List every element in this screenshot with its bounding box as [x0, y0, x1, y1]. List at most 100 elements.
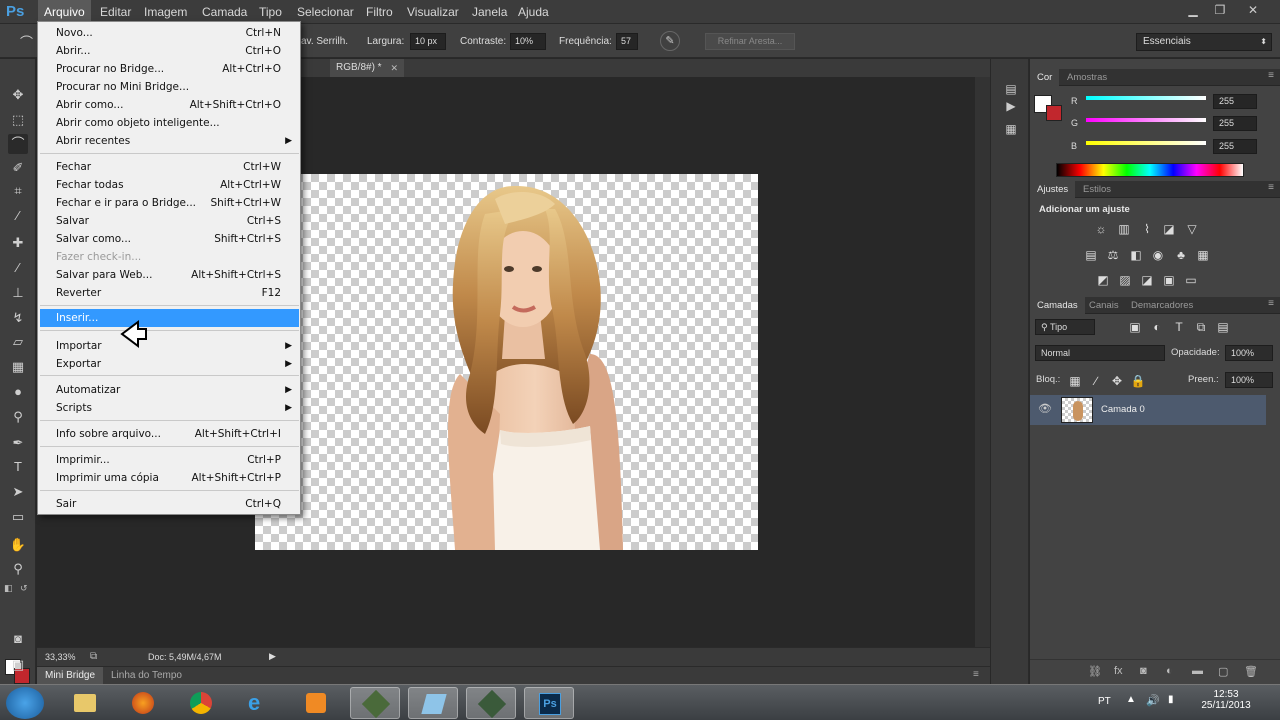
pen-pressure-icon[interactable]: ✎: [660, 31, 680, 51]
menu-janela[interactable]: Janela: [466, 0, 513, 24]
taskbar-app-2-icon[interactable]: [408, 687, 458, 719]
menu-item-abrir[interactable]: Abrir... Ctrl+O: [40, 42, 299, 60]
blend-mode-select[interactable]: Normal: [1035, 345, 1165, 361]
hue-saturation-icon[interactable]: ▤: [1083, 248, 1099, 262]
channel-mixer-icon[interactable]: ♣: [1173, 248, 1189, 262]
threshold-icon[interactable]: ◪: [1139, 273, 1155, 287]
tab-ajustes[interactable]: Ajustes: [1030, 181, 1076, 198]
restore-button[interactable]: ❐: [1207, 2, 1233, 18]
close-button[interactable]: ✕: [1240, 2, 1266, 18]
menu-item-imprimir[interactable]: Imprimir... Ctrl+P: [40, 451, 299, 469]
menu-item-automatizar[interactable]: Automatizar ▶: [40, 381, 299, 399]
menu-item-procurar-mini-bridge[interactable]: Procurar no Mini Bridge...: [40, 78, 299, 96]
menu-item-abrir-recentes[interactable]: Abrir recentes ▶: [40, 132, 299, 150]
fx-icon[interactable]: fx: [1114, 665, 1123, 677]
eraser-tool-icon[interactable]: ▱: [8, 332, 28, 352]
blur-tool-icon[interactable]: ●: [8, 382, 28, 402]
eyedropper-tool-icon[interactable]: ⁄: [8, 206, 28, 226]
tab-canais[interactable]: Canais: [1082, 297, 1126, 314]
color-lookup-icon[interactable]: ▦: [1195, 248, 1211, 262]
menu-item-fechar[interactable]: Fechar Ctrl+W: [40, 158, 299, 176]
status-menu-arrow-icon[interactable]: ▶: [269, 651, 276, 662]
opacity-input[interactable]: 100%: [1225, 345, 1273, 361]
refine-edge-button[interactable]: Refinar Aresta...: [705, 33, 795, 50]
tab-linha-do-tempo[interactable]: Linha do Tempo: [103, 667, 190, 685]
actions-panel-icon[interactable]: ▶: [1002, 97, 1020, 115]
default-colors-icon[interactable]: ◧: [4, 583, 13, 594]
language-indicator[interactable]: PT: [1098, 696, 1111, 707]
menu-item-salvar-web[interactable]: Salvar para Web... Alt+Shift+Ctrl+S: [40, 266, 299, 284]
minimize-button[interactable]: ▁: [1180, 2, 1206, 18]
gradient-map-icon[interactable]: ▭: [1183, 273, 1199, 287]
type-tool-icon[interactable]: T: [8, 457, 28, 477]
zoom-tool-icon[interactable]: ⚲: [8, 559, 28, 579]
menu-selecionar[interactable]: Selecionar: [291, 0, 360, 24]
menu-visualizar[interactable]: Visualizar: [401, 0, 465, 24]
menu-item-novo[interactable]: Novo... Ctrl+N: [40, 24, 299, 42]
menu-item-procurar-bridge[interactable]: Procurar no Bridge... Alt+Ctrl+O: [40, 60, 299, 78]
tab-demarcadores[interactable]: Demarcadores: [1124, 297, 1200, 314]
crop-tool-icon[interactable]: ⌗: [8, 181, 28, 201]
filter-adjustment-icon[interactable]: ◐: [1149, 320, 1165, 334]
swap-colors-icon[interactable]: ↺: [20, 583, 28, 594]
lock-transparency-icon[interactable]: ▦: [1067, 374, 1083, 388]
quick-selection-tool-icon[interactable]: ✐: [8, 158, 28, 178]
menu-item-imprimir-copia[interactable]: Imprimir uma cópia Alt+Shift+Ctrl+P: [40, 469, 299, 487]
trash-icon[interactable]: 🗑: [1244, 665, 1258, 678]
filter-smart-object-icon[interactable]: ▤: [1215, 320, 1231, 334]
lock-all-icon[interactable]: 🔒: [1130, 374, 1146, 388]
quick-mask-icon[interactable]: ◙: [8, 629, 28, 649]
taskbar-media-icon[interactable]: [292, 687, 342, 719]
filter-shape-icon[interactable]: ⧉: [1193, 320, 1209, 334]
taskbar-firefox-icon[interactable]: [118, 687, 168, 719]
dodge-tool-icon[interactable]: ⚲: [8, 407, 28, 427]
pen-tool-icon[interactable]: ✒: [8, 433, 28, 453]
curves-icon[interactable]: ⌇: [1139, 222, 1155, 236]
vibrance-icon[interactable]: ▽: [1184, 222, 1200, 236]
panel-menu-icon[interactable]: ≡: [1268, 182, 1274, 193]
screen-mode-icon[interactable]: ▣: [8, 655, 28, 675]
menu-item-reverter[interactable]: Reverter F12: [40, 284, 299, 302]
history-brush-tool-icon[interactable]: ↯: [8, 308, 28, 328]
network-icon[interactable]: ▮: [1168, 694, 1174, 705]
menu-item-sair[interactable]: Sair Ctrl+Q: [40, 495, 299, 513]
taskbar-ie-icon[interactable]: e: [234, 687, 284, 719]
menu-item-fechar-todas[interactable]: Fechar todas Alt+Ctrl+W: [40, 176, 299, 194]
gradient-tool-icon[interactable]: ▦: [8, 357, 28, 377]
menu-item-abrir-objeto-inteligente[interactable]: Abrir como objeto inteligente...: [40, 114, 299, 132]
posterize-icon[interactable]: ▨: [1117, 273, 1133, 287]
lock-position-icon[interactable]: ✥: [1109, 374, 1125, 388]
menu-item-importar[interactable]: Importar ▶: [40, 337, 299, 355]
path-selection-tool-icon[interactable]: ➤: [8, 482, 28, 502]
menu-item-salvar[interactable]: Salvar Ctrl+S: [40, 212, 299, 230]
status-export-icon[interactable]: ⧉: [90, 651, 97, 662]
new-adjustment-icon[interactable]: ◐: [1166, 665, 1173, 677]
lock-pixels-icon[interactable]: ∕: [1088, 374, 1104, 388]
tray-arrow-icon[interactable]: ▲: [1126, 694, 1136, 705]
lasso-tool-icon[interactable]: ⌒: [8, 134, 28, 154]
brush-tool-icon[interactable]: ∕: [8, 258, 28, 278]
channel-r-slider[interactable]: [1086, 96, 1206, 100]
antialias-label[interactable]: av. Serrilh.: [301, 36, 348, 47]
color-background-swatch[interactable]: [1046, 105, 1062, 121]
channel-r-input[interactable]: 255: [1213, 94, 1257, 109]
healing-brush-tool-icon[interactable]: ✚: [8, 233, 28, 253]
layer-name[interactable]: Camada 0: [1101, 404, 1145, 415]
contrast-input[interactable]: 10%: [510, 33, 546, 50]
document-tab[interactable]: RGB/8#) * ✕: [330, 59, 404, 77]
properties-panel-icon[interactable]: ▦: [1002, 120, 1020, 138]
history-panel-icon[interactable]: ▤: [1002, 80, 1020, 98]
marquee-tool-icon[interactable]: ⬚: [8, 110, 28, 130]
zoom-level[interactable]: 33,33%: [45, 652, 76, 662]
menu-item-scripts[interactable]: Scripts ▶: [40, 399, 299, 417]
move-tool-icon[interactable]: ✥: [8, 85, 28, 105]
taskbar-clock[interactable]: 12:53 25/11/2013: [1196, 689, 1256, 711]
eye-visibility-icon[interactable]: 👁: [1038, 402, 1052, 415]
taskbar-app-3-icon[interactable]: [466, 687, 516, 719]
image-canvas[interactable]: [255, 174, 758, 550]
channel-g-input[interactable]: 255: [1213, 116, 1257, 131]
tab-cor[interactable]: Cor: [1030, 69, 1060, 86]
panel-menu-icon[interactable]: ≡: [1268, 298, 1274, 309]
layer-filter-select[interactable]: ⚲ Tipo: [1035, 319, 1095, 335]
tab-mini-bridge[interactable]: Mini Bridge: [37, 667, 104, 685]
